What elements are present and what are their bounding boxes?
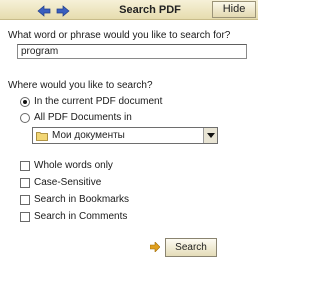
- checkbox-label: Search in Bookmarks: [34, 194, 130, 205]
- option-search-comments[interactable]: Search in Comments: [20, 211, 127, 222]
- checkbox[interactable]: [20, 211, 30, 222]
- title-bar: Search PDF Hide: [0, 0, 258, 20]
- checkbox-label: Search in Comments: [34, 211, 128, 222]
- checkbox[interactable]: [20, 177, 30, 188]
- arrow-right-icon: [56, 4, 70, 17]
- hide-button[interactable]: Hide: [212, 1, 256, 18]
- back-button[interactable]: [37, 4, 51, 17]
- option-search-bookmarks[interactable]: Search in Bookmarks: [20, 194, 129, 205]
- checkbox-label: Whole words only: [34, 160, 113, 171]
- checkbox[interactable]: [20, 160, 30, 171]
- folder-select[interactable]: Мои документы: [32, 127, 218, 144]
- search-button[interactable]: Search: [165, 238, 217, 257]
- folder-icon: [36, 131, 48, 141]
- search-location-label: Where would you like to search?: [8, 80, 153, 91]
- arrow-left-icon: [37, 4, 51, 17]
- search-phrase-label: What word or phrase would you like to se…: [8, 30, 231, 41]
- search-input[interactable]: [17, 44, 247, 59]
- option-whole-words[interactable]: Whole words only: [20, 160, 113, 171]
- checkbox[interactable]: [20, 194, 30, 205]
- option-case-sensitive[interactable]: Case-Sensitive: [20, 177, 101, 188]
- folder-select-value: Мои документы: [52, 130, 125, 141]
- window-title: Search PDF: [119, 4, 181, 16]
- radio-label: In the current PDF document: [34, 96, 163, 107]
- radio-current-document[interactable]: In the current PDF document: [20, 96, 162, 107]
- radio-all-documents[interactable]: All PDF Documents in: [20, 112, 132, 123]
- radio-label: All PDF Documents in: [34, 112, 132, 123]
- dropdown-button[interactable]: [203, 128, 217, 143]
- radio-button[interactable]: [20, 96, 30, 107]
- radio-button[interactable]: [20, 112, 30, 123]
- arrow-right-icon: [150, 242, 160, 252]
- chevron-down-icon: [206, 133, 215, 138]
- checkbox-label: Case-Sensitive: [34, 177, 102, 188]
- forward-button[interactable]: [56, 4, 70, 17]
